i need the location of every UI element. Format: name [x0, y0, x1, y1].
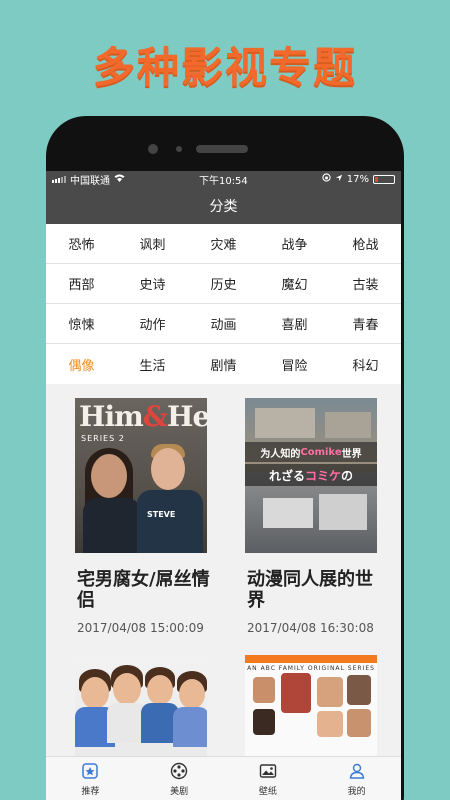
- topic-timestamp: 2017/04/08 15:00:09: [77, 621, 204, 635]
- topic-title[interactable]: 动漫同人展的世界: [247, 569, 387, 611]
- clock: 下午10:54: [198, 175, 248, 187]
- poster-series: SERIES 2: [81, 434, 125, 443]
- category-item[interactable]: 历史: [188, 264, 259, 303]
- camera-dot: [148, 144, 158, 154]
- tab-label: 我的: [347, 786, 366, 797]
- status-bar: 中国联通 下午10:54 17%: [46, 171, 401, 187]
- poster-caption: AN ABC FAMILY ORIGINAL SERIES: [247, 665, 375, 672]
- topic-list[interactable]: Him&Her SERIES 2 STEVE 宅男腐女/屌丝情侣 2017/04…: [46, 384, 401, 756]
- page-title: 分类: [209, 198, 238, 215]
- category-item[interactable]: 动画: [188, 304, 259, 343]
- speaker-grille: [196, 145, 248, 153]
- category-item[interactable]: 讽刺: [117, 224, 188, 263]
- tab-mine[interactable]: 我的: [312, 757, 401, 800]
- battery-icon: [373, 174, 395, 184]
- battery-percent: 17%: [346, 173, 369, 185]
- category-item[interactable]: 生活: [117, 344, 188, 384]
- topic-card[interactable]: [54, 655, 224, 756]
- nav-bar: 分类: [46, 187, 401, 224]
- lock-rotation-icon: [322, 173, 331, 185]
- category-row: 恐怖 讽刺 灾难 战争 枪战: [46, 224, 401, 264]
- wifi-icon: [114, 174, 125, 185]
- category-item[interactable]: 惊悚: [46, 304, 117, 343]
- category-item[interactable]: 冒险: [259, 344, 330, 384]
- category-item[interactable]: 偶像: [46, 344, 117, 384]
- category-item[interactable]: 青春: [330, 304, 401, 343]
- promo-headline: 多种影视专题: [92, 43, 357, 92]
- category-row: 惊悚 动作 动画 喜剧 青春: [46, 304, 401, 344]
- category-item[interactable]: 喜剧: [259, 304, 330, 343]
- tab-label: 推荐: [81, 786, 100, 797]
- tab-bar: 推荐 美剧 壁纸 我的: [46, 756, 401, 800]
- poster-caption-jp: れざる コミケの: [245, 464, 377, 486]
- category-item[interactable]: 战争: [259, 224, 330, 263]
- topic-card[interactable]: 为人知的 Comike 世界 れざる コミケの 动漫同人展的世界 2017/04/…: [224, 398, 394, 635]
- topic-timestamp: 2017/04/08 16:30:08: [247, 621, 374, 635]
- category-item[interactable]: 剧情: [188, 344, 259, 384]
- category-item[interactable]: 科幻: [330, 344, 401, 384]
- topic-card[interactable]: Him&Her SERIES 2 STEVE 宅男腐女/屌丝情侣 2017/04…: [54, 398, 224, 635]
- tab-us-drama[interactable]: 美剧: [135, 757, 224, 800]
- image-icon: [259, 763, 277, 778]
- signal-icon: [52, 175, 66, 183]
- topic-title[interactable]: 宅男腐女/屌丝情侣: [77, 569, 217, 611]
- app-screen: 中国联通 下午10:54 17% 分类 恐怖 讽刺 灾难 战争 枪战 西部 史诗 历史 魔幻 古装…: [46, 171, 401, 800]
- user-icon: [349, 763, 364, 779]
- category-item[interactable]: 动作: [117, 304, 188, 343]
- category-item[interactable]: 魔幻: [259, 264, 330, 303]
- category-grid: 恐怖 讽刺 灾难 战争 枪战 西部 史诗 历史 魔幻 古装 惊悚 动作 动画 喜剧 青春 偶像 生活 剧情 冒险 科幻: [46, 224, 401, 384]
- category-item[interactable]: 古装: [330, 264, 401, 303]
- tab-wallpaper[interactable]: 壁纸: [224, 757, 313, 800]
- topic-poster[interactable]: Him&Her SERIES 2 STEVE: [75, 398, 207, 553]
- topic-poster[interactable]: 为人知的 Comike 世界 れざる コミケの: [245, 398, 377, 553]
- tab-recommend[interactable]: 推荐: [46, 757, 135, 800]
- topic-poster[interactable]: [75, 655, 207, 756]
- category-item[interactable]: 西部: [46, 264, 117, 303]
- poster-tag: STEVE: [147, 510, 176, 519]
- recommend-icon: [82, 762, 99, 779]
- film-reel-icon: [170, 762, 188, 779]
- location-icon: [335, 174, 343, 185]
- category-item[interactable]: 恐怖: [46, 224, 117, 263]
- category-row: 西部 史诗 历史 魔幻 古装: [46, 264, 401, 304]
- category-item[interactable]: 灾难: [188, 224, 259, 263]
- carrier-label: 中国联通: [70, 175, 110, 187]
- poster-caption: 为人知的 Comike 世界: [245, 442, 377, 462]
- category-item[interactable]: 枪战: [330, 224, 401, 263]
- sensor-dot: [176, 146, 182, 152]
- category-row: 偶像 生活 剧情 冒险 科幻: [46, 344, 401, 384]
- poster-brand: Him&Her: [79, 400, 207, 433]
- tab-label: 美剧: [170, 786, 189, 797]
- topic-card[interactable]: AN ABC FAMILY ORIGINAL SERIES: [224, 655, 394, 756]
- tab-label: 壁纸: [258, 786, 277, 797]
- topic-poster[interactable]: AN ABC FAMILY ORIGINAL SERIES: [245, 655, 377, 756]
- category-item[interactable]: 史诗: [117, 264, 188, 303]
